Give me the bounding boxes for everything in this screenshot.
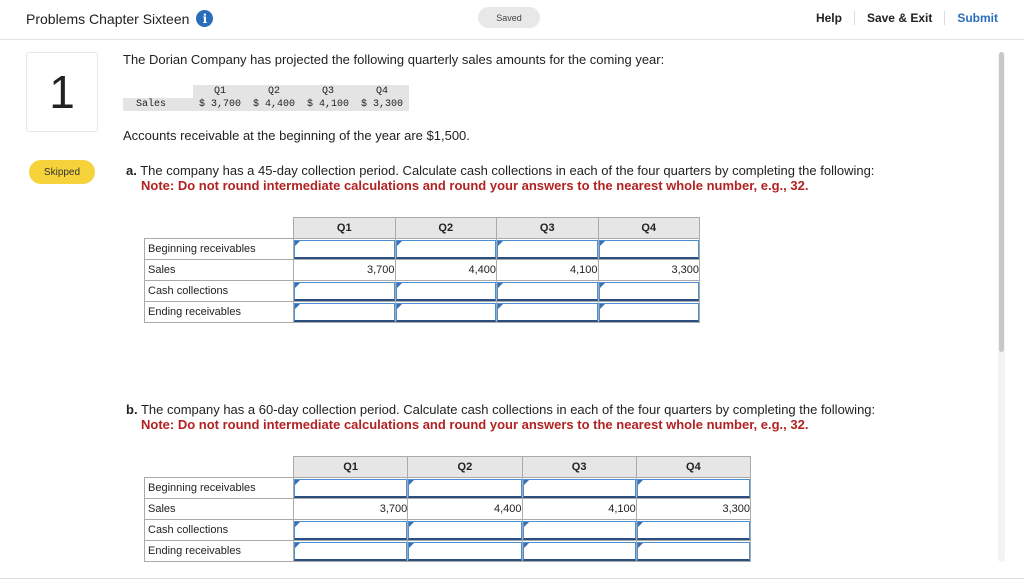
answer-input[interactable]: [408, 520, 522, 540]
answer-input[interactable]: [522, 478, 636, 498]
part-a-col-q2: Q2: [394, 217, 497, 239]
row-label: Sales: [144, 498, 294, 520]
answer-input[interactable]: [294, 478, 408, 498]
question-intro: The Dorian Company has projected the fol…: [123, 52, 665, 67]
table-row: Sales 3,700 4,400 4,100 3,300: [144, 498, 752, 520]
answer-input[interactable]: [497, 239, 598, 259]
answer-input[interactable]: [408, 541, 522, 561]
top-bar: Problems Chapter Sixteen i Saved Help Sa…: [0, 0, 1024, 40]
answer-input[interactable]: [395, 281, 496, 301]
saved-badge: Saved: [478, 7, 540, 28]
value-cell: 3,300: [597, 259, 700, 281]
save-exit-button[interactable]: Save & Exit: [855, 11, 946, 25]
table-row: Cash collections: [144, 519, 752, 541]
scrollbar-thumb[interactable]: [999, 52, 1004, 352]
part-b-letter: b.: [126, 402, 138, 417]
part-a-col-q1: Q1: [293, 217, 396, 239]
table-row: Cash collections: [144, 280, 700, 302]
row-label: Ending receivables: [144, 540, 294, 562]
sales-q1-value: $ 3,700: [193, 98, 248, 111]
answer-input[interactable]: [294, 302, 395, 322]
row-label: Beginning receivables: [144, 238, 294, 260]
answer-input[interactable]: [598, 281, 699, 301]
part-b-col-q4: Q4: [635, 456, 752, 478]
table-row: Ending receivables: [144, 301, 700, 323]
value-cell: 3,700: [293, 259, 396, 281]
part-a-letter: a.: [126, 163, 137, 178]
answer-input[interactable]: [598, 302, 699, 322]
value-cell: 4,400: [407, 498, 523, 520]
info-icon[interactable]: i: [196, 10, 214, 27]
table-row: Sales 3,700 4,400 4,100 3,300: [144, 259, 700, 281]
value-cell: 3,700: [292, 498, 409, 520]
answer-input[interactable]: [636, 541, 750, 561]
row-label: Sales: [144, 259, 294, 281]
sales-q4-header: Q4: [355, 85, 410, 98]
top-nav: Help Save & Exit Submit: [816, 11, 998, 25]
value-cell: 3,300: [635, 498, 752, 520]
part-b-text: The company has a 60-day collection peri…: [140, 402, 876, 417]
sales-q1-header: Q1: [193, 85, 248, 98]
part-b-table: Q1 Q2 Q3 Q4 Beginning receivables Sales 3,…: [144, 456, 752, 562]
part-a-table: Q1 Q2 Q3 Q4 Beginning receivables Sales 3,…: [144, 217, 700, 323]
sales-row-label: Sales: [123, 98, 193, 111]
part-a-prompt: a. The company has a 45-day collection p…: [126, 163, 874, 193]
answer-input[interactable]: [497, 281, 598, 301]
sales-table: Q1 Q2 Q3 Q4 Sales $ 3,700 $ 4,400 $ 4,10…: [123, 85, 410, 111]
row-label: Cash collections: [144, 519, 294, 541]
answer-input[interactable]: [598, 239, 699, 259]
bottom-divider: [0, 578, 1024, 579]
answer-input[interactable]: [294, 281, 395, 301]
assignment-title: Problems Chapter Sixteen i: [26, 10, 214, 27]
part-b-prompt: b. The company has a 60-day collection p…: [126, 402, 875, 432]
scrollbar[interactable]: [998, 52, 1005, 562]
part-a-col-q3: Q3: [496, 217, 599, 239]
answer-input[interactable]: [395, 302, 496, 322]
assignment-title-text: Problems Chapter Sixteen: [26, 10, 190, 27]
sales-q2-header: Q2: [247, 85, 302, 98]
table-row: Ending receivables: [144, 540, 752, 562]
sales-q3-header: Q3: [301, 85, 356, 98]
value-cell: 4,100: [496, 259, 599, 281]
answer-input[interactable]: [294, 520, 408, 540]
sales-q2-value: $ 4,400: [247, 98, 302, 111]
help-button[interactable]: Help: [816, 11, 855, 25]
value-cell: 4,400: [394, 259, 497, 281]
answer-input[interactable]: [294, 239, 395, 259]
sales-q3-value: $ 4,100: [301, 98, 356, 111]
status-badge: Skipped: [29, 160, 95, 184]
answer-input[interactable]: [522, 520, 636, 540]
table-row: Beginning receivables: [144, 477, 752, 499]
part-b-col-q1: Q1: [292, 456, 409, 478]
part-a-note: Note: Do not round intermediate calculat…: [141, 178, 809, 193]
answer-input[interactable]: [408, 478, 522, 498]
answer-input[interactable]: [294, 541, 408, 561]
table-row: Beginning receivables: [144, 238, 700, 260]
accounts-receivable-text: Accounts receivable at the beginning of …: [123, 128, 470, 143]
answer-input[interactable]: [636, 478, 750, 498]
row-label: Cash collections: [144, 280, 294, 302]
part-a-text: The company has a 45-day collection peri…: [140, 163, 875, 178]
answer-input[interactable]: [497, 302, 598, 322]
part-b-col-q3: Q3: [521, 456, 637, 478]
question-number: 1: [26, 52, 98, 132]
answer-input[interactable]: [636, 520, 750, 540]
answer-input[interactable]: [395, 239, 496, 259]
value-cell: 4,100: [521, 498, 637, 520]
row-label: Beginning receivables: [144, 477, 294, 499]
answer-input[interactable]: [522, 541, 636, 561]
submit-button[interactable]: Submit: [945, 11, 998, 25]
row-label: Ending receivables: [144, 301, 294, 323]
sales-q4-value: $ 3,300: [355, 98, 410, 111]
part-b-note: Note: Do not round intermediate calculat…: [141, 417, 809, 432]
part-b-col-q2: Q2: [407, 456, 523, 478]
part-a-col-q4: Q4: [597, 217, 700, 239]
